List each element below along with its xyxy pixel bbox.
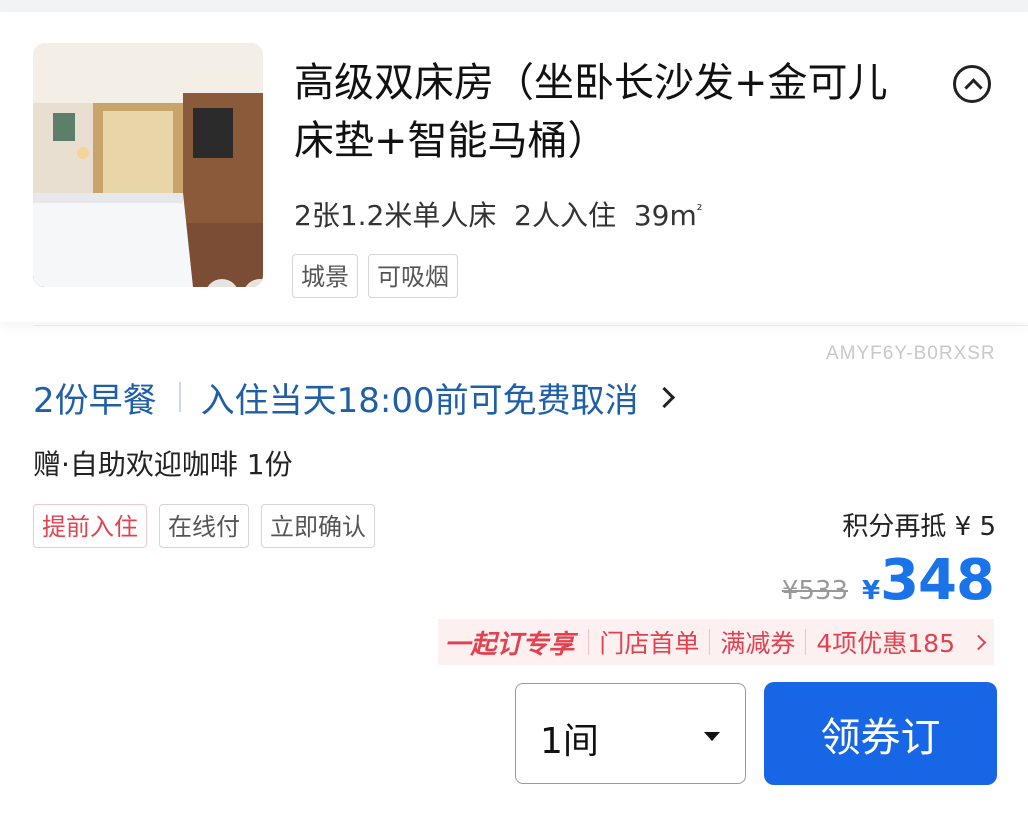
tag-smoking: 可吸烟 (368, 254, 458, 298)
policy-separator (178, 382, 181, 412)
room-photo[interactable]: 4 (33, 43, 263, 287)
original-price: ¥533 (781, 576, 848, 606)
caret-down-icon[interactable] (704, 732, 720, 741)
breakfast-info: 2份早餐 (33, 380, 157, 421)
promo-discount-total: 4项优惠185 (816, 629, 955, 658)
media-badge[interactable]: 4 (205, 279, 263, 287)
room-info: 2张1.2米单人床 2人入住 39m² (294, 194, 702, 234)
room-photo-illustration (33, 43, 263, 287)
tag-city-view: 城景 (292, 254, 358, 298)
points-deduction: 积分再抵 ¥ 5 (842, 512, 996, 542)
chevron-right-icon[interactable] (970, 634, 987, 650)
area-info: 39m (633, 199, 697, 232)
divider (33, 325, 1028, 326)
room-tags: 城景 可吸烟 (292, 254, 458, 298)
area-unit-sup: ² (696, 202, 703, 219)
policy-row[interactable]: 2份早餐 入住当天18:00前可免费取消 (33, 372, 675, 422)
room-count-select[interactable]: 1间 (515, 683, 746, 784)
promo-brand: 一起订专享 (444, 629, 575, 660)
top-band (0, 0, 1028, 12)
feature-tags: 提前入住 在线付 立即确认 (33, 504, 375, 548)
price-row: ¥533 ¥ 348 (781, 548, 995, 613)
bed-info: 2张1.2米单人床 (294, 199, 497, 232)
room-card: 4 高级双床房（坐卧长沙发+金可儿床垫+智能马桶） 2张1.2米单人床 2人入住… (0, 12, 1028, 322)
room-title: 高级双床房（坐卧长沙发+金可儿床垫+智能马桶） (294, 60, 888, 164)
current-price: 348 (880, 548, 995, 613)
cancellation-policy: 入住当天18:00前可免费取消 (200, 380, 639, 421)
tag-instant-confirm: 立即确认 (261, 504, 375, 548)
currency-symbol: ¥ (862, 576, 881, 606)
tag-early-checkin: 提前入住 (33, 504, 147, 548)
promo-first-order: 门店首单 (599, 629, 700, 658)
gift-info: 赠·自助欢迎咖啡 1份 (33, 448, 293, 481)
occupancy-info: 2人入住 (514, 199, 616, 232)
watermark-code: AMYF6Y-B0RXSR (826, 343, 996, 364)
play-icon[interactable] (205, 279, 239, 287)
room-count-value: 1间 (540, 721, 599, 762)
book-button[interactable]: 领券订 (764, 682, 997, 785)
chevron-right-icon[interactable] (653, 386, 675, 408)
tag-online-pay: 在线付 (159, 504, 249, 548)
photo-count: 4 (243, 279, 263, 287)
promo-coupon: 满减券 (720, 629, 796, 658)
chevron-up-icon[interactable] (953, 65, 991, 103)
promo-bar[interactable]: 一起订专享 门店首单 满减券 4项优惠185 (438, 619, 994, 665)
